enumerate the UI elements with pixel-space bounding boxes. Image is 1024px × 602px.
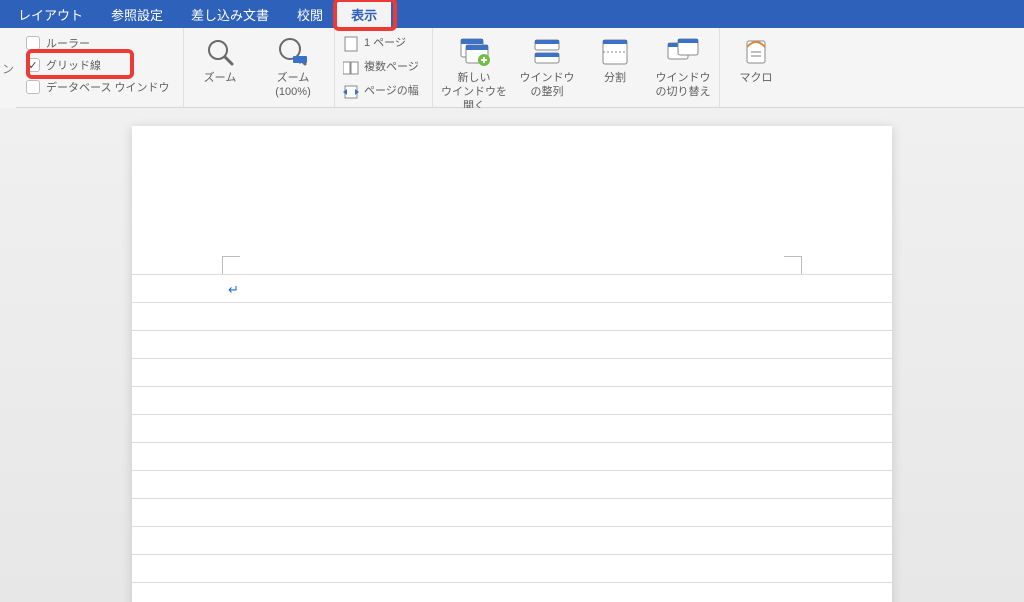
button-onepage[interactable]: 1 ページ [343,33,424,55]
gridlines-overlay [132,274,892,602]
button-split-label: 分割 [604,72,626,86]
group-macros: マクロ [720,28,792,107]
pagewidth-icon [343,84,359,100]
tab-review[interactable]: 校閲 [283,0,337,28]
macro-icon [741,34,771,70]
zoom-icon [205,34,235,70]
checkbox-gridlines-box: ✓ [26,58,40,72]
checkbox-dbwindow-label: データベース ウインドウ [46,79,170,95]
button-macro[interactable]: マクロ [728,34,784,86]
switch-icon [666,34,700,70]
tab-layout[interactable]: レイアウト [4,0,97,28]
button-zoom100[interactable]: ズーム (100%) [260,34,326,100]
button-zoom[interactable]: ズーム [192,34,248,86]
margin-corner-top-left [222,256,240,274]
tab-references[interactable]: 参照設定 [97,0,177,28]
checkbox-ruler[interactable]: ルーラー [24,32,175,54]
document-page[interactable]: ↵ [132,126,892,602]
checkbox-ruler-label: ルーラー [46,35,90,51]
group-show: ルーラー ✓ グリッド線 データベース ウインドウ [16,28,184,107]
button-arrange-label: ウインドウ の整列 [520,72,575,100]
arrange-icon [532,34,562,70]
zoom100-icon [276,34,310,70]
button-pagewidth[interactable]: ページの幅 [343,81,424,103]
checkbox-dbwindow-box [26,80,40,94]
button-switch-window-label: ウインドウ の切り替え [656,72,711,100]
button-multipage[interactable]: 複数ページ [343,57,424,79]
newwindow-icon [457,34,491,70]
ribbon: ルーラー ✓ グリッド線 データベース ウインドウ ズーム ズーム (100%) [0,28,1024,108]
split-icon [600,34,630,70]
button-pagewidth-label: ページの幅 [364,85,419,99]
button-multipage-label: 複数ページ [364,61,419,75]
checkbox-ruler-box [26,36,40,50]
button-switch-window[interactable]: ウインドウ の切り替え [655,34,711,100]
tab-view[interactable]: 表示 [337,0,391,28]
multipage-icon [343,60,359,76]
button-zoom-label: ズーム [204,72,237,86]
ribbon-tabstrip: レイアウト 参照設定 差し込み文書 校閲 表示 [0,0,1024,28]
group-zoom: ズーム ズーム (100%) [184,28,335,107]
document-workspace: ↵ [0,108,1024,602]
group-window: 新しい ウインドウを開く ウインドウ の整列 分割 ウインドウ の切り替え [433,28,720,107]
button-new-window[interactable]: 新しい ウインドウを開く [441,34,507,113]
checkbox-dbwindow[interactable]: データベース ウインドウ [24,76,175,98]
onepage-icon [343,36,359,52]
checkbox-gridlines-label: グリッド線 [46,57,101,73]
button-zoom100-label: ズーム (100%) [260,72,326,100]
button-split[interactable]: 分割 [587,34,643,86]
checkbox-gridlines[interactable]: ✓ グリッド線 [24,54,175,76]
button-arrange[interactable]: ウインドウ の整列 [519,34,575,100]
group-page-fit: 1 ページ 複数ページ ページの幅 [335,28,433,107]
partial-left-label: ン [0,28,16,108]
button-onepage-label: 1 ページ [364,37,406,51]
tab-mailings[interactable]: 差し込み文書 [177,0,283,28]
button-macro-label: マクロ [740,72,773,86]
margin-corner-top-right [784,256,802,274]
